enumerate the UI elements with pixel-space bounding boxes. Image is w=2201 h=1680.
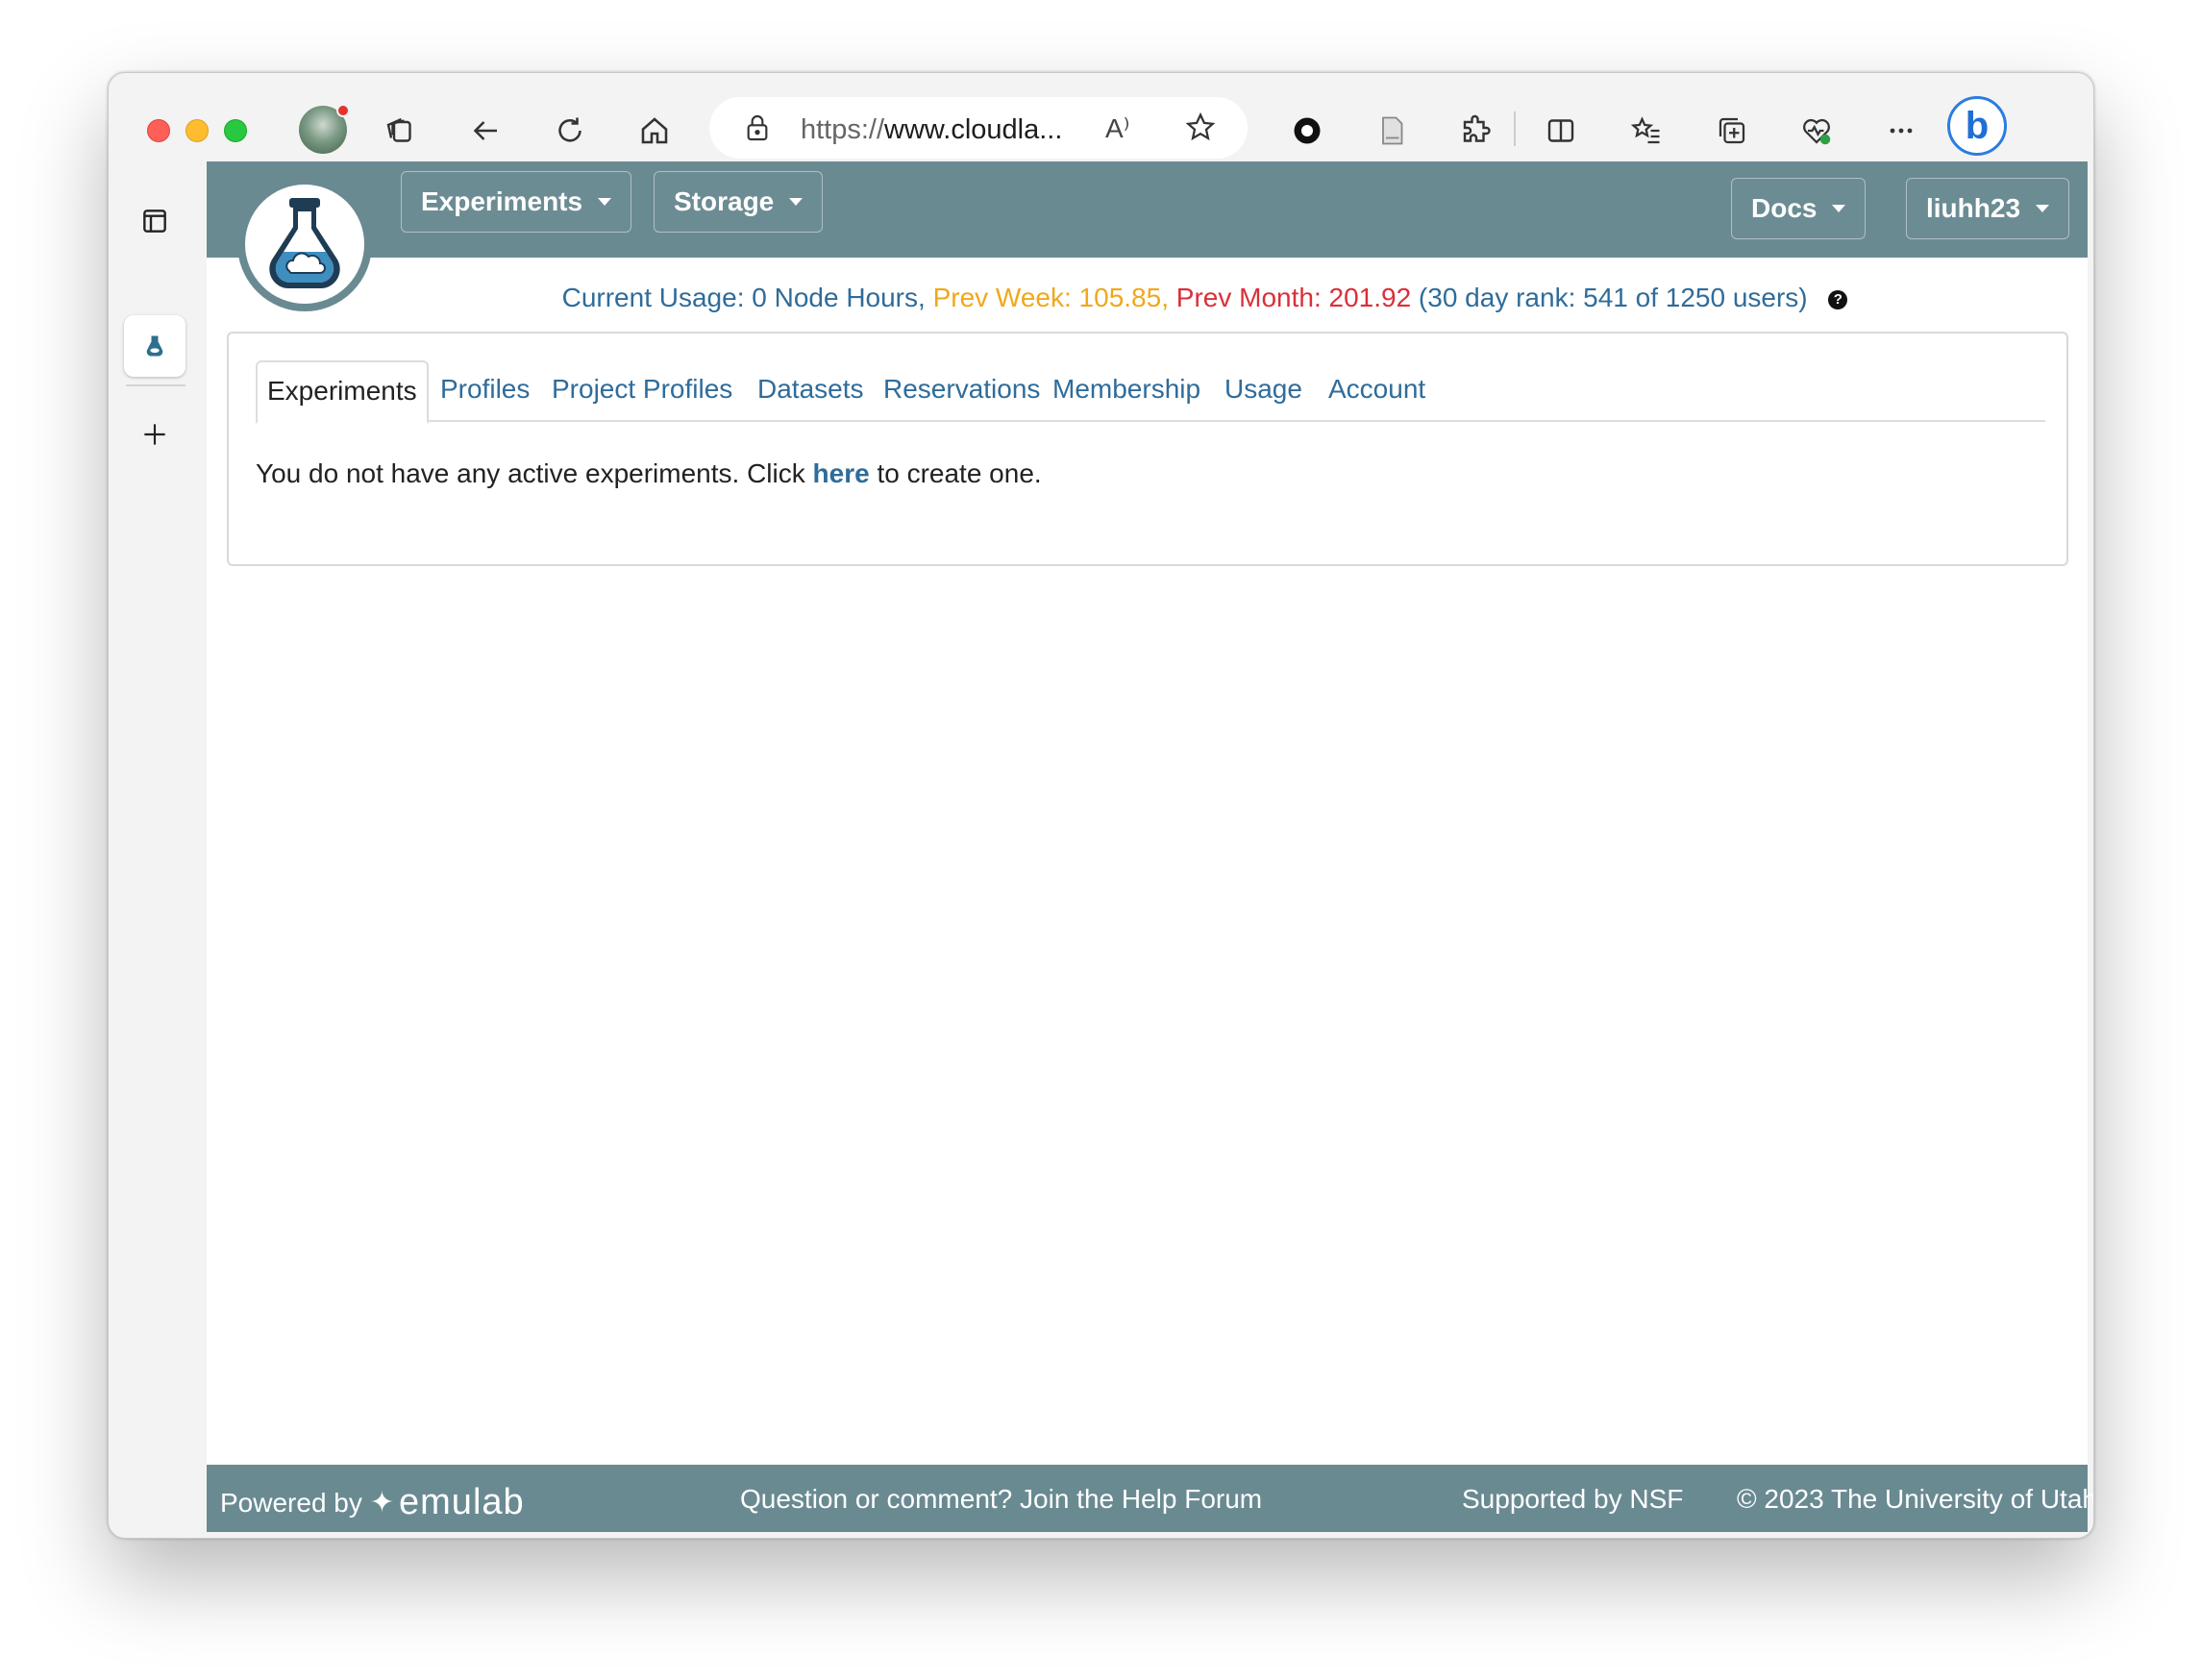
- caret-down-icon: [789, 198, 804, 206]
- back-arrow-icon[interactable]: [461, 107, 509, 155]
- tab-reservations[interactable]: Reservations: [883, 360, 1040, 422]
- caret-down-icon: [2036, 205, 2050, 212]
- sidebar-toggle-icon[interactable]: [124, 190, 185, 252]
- usage-rank: (30 day rank: 541 of 1250 users): [1418, 283, 1808, 312]
- address-bar[interactable]: https://www.cloudla... A⁾: [709, 97, 1248, 159]
- storage-menu-label: Storage: [674, 186, 775, 216]
- web-page: Experiments Storage Docs liuhh23 Current: [207, 161, 2093, 1532]
- prev-week-usage: Prev Week: 105.85,: [932, 283, 1169, 312]
- maximize-window-button[interactable]: [224, 119, 247, 142]
- vertical-tab-strip: [109, 161, 205, 1538]
- tab-separator: [126, 384, 185, 386]
- tab-membership[interactable]: Membership: [1052, 360, 1200, 422]
- toolbar-divider: [1514, 111, 1516, 146]
- favorite-star-icon[interactable]: [1183, 111, 1218, 145]
- powered-by-label: Powered by: [220, 1487, 362, 1518]
- browser-window: https://www.cloudla... A⁾ b Experiments …: [108, 72, 2094, 1539]
- url-text[interactable]: https://www.cloudla...: [801, 114, 1062, 146]
- prev-month-usage: Prev Month: 201.92: [1175, 283, 1412, 312]
- browser-essentials-icon[interactable]: [1793, 107, 1841, 155]
- emulab-wordmark: emulab: [399, 1482, 525, 1522]
- extensions-icon[interactable]: [1452, 107, 1500, 155]
- emulab-logo[interactable]: ✦ emulab: [370, 1482, 525, 1523]
- docs-menu-button[interactable]: Docs: [1731, 178, 1867, 239]
- close-window-button[interactable]: [147, 119, 170, 142]
- tab-account[interactable]: Account: [1328, 360, 1425, 422]
- more-options-icon[interactable]: [1877, 107, 1925, 155]
- split-screen-icon[interactable]: [1537, 107, 1585, 155]
- tab-project-profiles[interactable]: Project Profiles: [552, 360, 732, 422]
- user-menu-button[interactable]: liuhh23: [1906, 178, 2070, 239]
- read-aloud-icon[interactable]: A⁾: [1105, 112, 1130, 144]
- minimize-window-button[interactable]: [185, 119, 209, 142]
- browser-toolbar: https://www.cloudla... A⁾ b: [109, 73, 2093, 161]
- favorites-list-icon[interactable]: [1622, 107, 1670, 155]
- copyright: © 2023 The University of Utah: [1737, 1484, 2094, 1514]
- site-navbar: Experiments Storage Docs liuhh23: [207, 161, 2088, 258]
- collections-icon[interactable]: [1708, 107, 1756, 155]
- tab-profiles[interactable]: Profiles: [440, 360, 530, 422]
- new-tab-icon[interactable]: [124, 404, 185, 465]
- tab-usage[interactable]: Usage: [1224, 360, 1302, 422]
- url-host: www.cloudla...: [884, 114, 1063, 145]
- flask-logo-icon: [269, 198, 340, 289]
- experiments-menu-button[interactable]: Experiments: [401, 171, 632, 233]
- message-text: You do not have any active experiments. …: [256, 458, 805, 488]
- flask-favicon-icon: [146, 335, 163, 357]
- experiments-menu-label: Experiments: [421, 186, 583, 216]
- help-forum-link[interactable]: Question or comment? Join the Help Forum: [740, 1484, 1262, 1515]
- supported-by-nsf[interactable]: Supported by NSF: [1462, 1484, 1683, 1515]
- usage-summary: Current Usage: 0 Node Hours, Prev Week: …: [207, 283, 2088, 313]
- refresh-icon[interactable]: [546, 107, 594, 155]
- tab-experiments[interactable]: Experiments: [256, 360, 429, 424]
- experiments-panel: Experiments Profiles Project Profiles Da…: [227, 332, 2068, 566]
- url-scheme: https://: [801, 114, 885, 145]
- tab-datasets[interactable]: Datasets: [757, 360, 864, 422]
- notification-dot: [336, 104, 350, 117]
- site-footer: Powered by ✦ emulab Question or comment? …: [207, 1465, 2093, 1532]
- help-question-icon[interactable]: ?: [1828, 290, 1848, 309]
- caret-down-icon: [598, 198, 612, 206]
- caret-down-icon: [1832, 205, 1846, 212]
- current-usage: Current Usage: 0 Node Hours,: [561, 283, 926, 312]
- record-icon[interactable]: [1283, 107, 1331, 155]
- create-experiment-link[interactable]: here: [813, 458, 870, 488]
- lock-icon[interactable]: [742, 112, 773, 143]
- tab-actions-icon[interactable]: [376, 107, 424, 155]
- home-icon[interactable]: [631, 107, 679, 155]
- message-text-end: to create one.: [877, 458, 1042, 488]
- storage-menu-button[interactable]: Storage: [654, 171, 824, 233]
- no-experiments-message: You do not have any active experiments. …: [256, 458, 1042, 489]
- emulab-dots-icon: ✦: [369, 1487, 396, 1519]
- docs-menu-label: Docs: [1751, 193, 1818, 223]
- powered-by: Powered by ✦ emulab: [220, 1482, 525, 1523]
- tab-cloudlab[interactable]: [124, 315, 185, 377]
- user-menu-label: liuhh23: [1926, 193, 2021, 223]
- dashboard-tabs: Experiments Profiles Project Profiles Da…: [256, 360, 2045, 424]
- bing-copilot-button[interactable]: b: [1947, 96, 2007, 156]
- document-icon[interactable]: [1368, 107, 1416, 155]
